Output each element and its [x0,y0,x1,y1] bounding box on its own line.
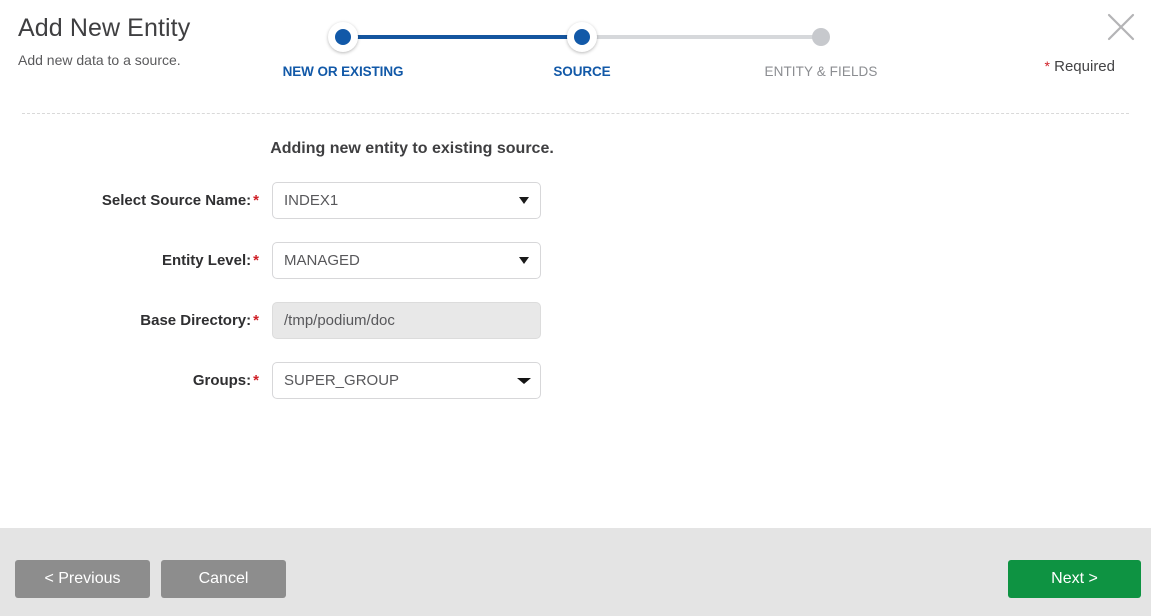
control-base-directory: /tmp/podium/doc [272,302,541,339]
required-asterisk: * [253,252,259,269]
body-heading: Adding new entity to existing source. [270,140,554,157]
required-asterisk: * [253,312,259,329]
stepper-segment-1 [343,35,582,39]
next-button[interactable]: Next > [1008,560,1141,598]
field-row-groups: Groups: * SUPER_GROUP [0,362,700,399]
select-source-name-dropdown[interactable]: INDEX1 [272,182,541,219]
add-new-entity-wizard: Add New Entity Add new data to a source.… [0,0,1151,616]
label-groups: Groups: * [0,372,272,389]
field-row-entity-level: Entity Level: * MANAGED [0,242,700,279]
step-dot-entity-and-fields [806,22,836,52]
step-label-entity-and-fields: ENTITY & FIELDS [764,64,878,79]
step-label-source: SOURCE [553,64,611,79]
control-entity-level: MANAGED [272,242,541,279]
label-base-directory: Base Directory: * [0,312,272,329]
wizard-stepper: NEW OR EXISTING SOURCE ENTITY & FIELDS [283,22,877,94]
page-title: Add New Entity [18,14,191,42]
step-dot-source [567,22,597,52]
wizard-footer: < Previous Cancel Next > [0,528,1151,616]
groups-multiselect[interactable]: SUPER_GROUP [272,362,541,399]
previous-button[interactable]: < Previous [15,560,150,598]
close-icon[interactable] [1104,10,1138,44]
required-legend: * Required [1045,58,1116,75]
control-select-source-name: INDEX1 [272,182,541,219]
page-subtitle: Add new data to a source. [18,52,181,68]
step-dot-icon [335,29,351,45]
field-row-base-directory: Base Directory: * /tmp/podium/doc [0,302,700,339]
header-divider [22,113,1129,114]
field-row-select-source-name: Select Source Name: * INDEX1 [0,182,700,219]
cancel-button[interactable]: Cancel [161,560,286,598]
step-dot-icon [574,29,590,45]
label-select-source-name: Select Source Name: * [0,192,272,209]
label-text: Entity Level: [161,252,252,269]
entity-form: Select Source Name: * INDEX1 Entity Level… [0,182,700,422]
step-label-new-or-existing: NEW OR EXISTING [282,64,404,79]
wizard-header: Add New Entity Add new data to a source.… [0,0,1151,112]
title-block: Add New Entity Add new data to a source. [18,12,190,70]
required-legend-text: Required [1054,58,1115,75]
wizard-body: Adding new entity to existing source. Se… [0,120,1151,528]
label-entity-level: Entity Level: * [0,252,272,269]
step-dot-new-or-existing [328,22,358,52]
step-dot-icon [812,28,830,46]
control-groups: SUPER_GROUP [272,362,541,399]
base-directory-input: /tmp/podium/doc [272,302,541,339]
entity-level-dropdown[interactable]: MANAGED [272,242,541,279]
label-text: Select Source Name: [101,192,252,209]
required-asterisk: * [253,372,259,389]
label-text: Base Directory: [140,312,252,329]
required-asterisk: * [1044,58,1050,74]
label-text: Groups: [192,372,252,389]
required-asterisk: * [253,192,259,209]
stepper-segment-2 [582,35,821,39]
